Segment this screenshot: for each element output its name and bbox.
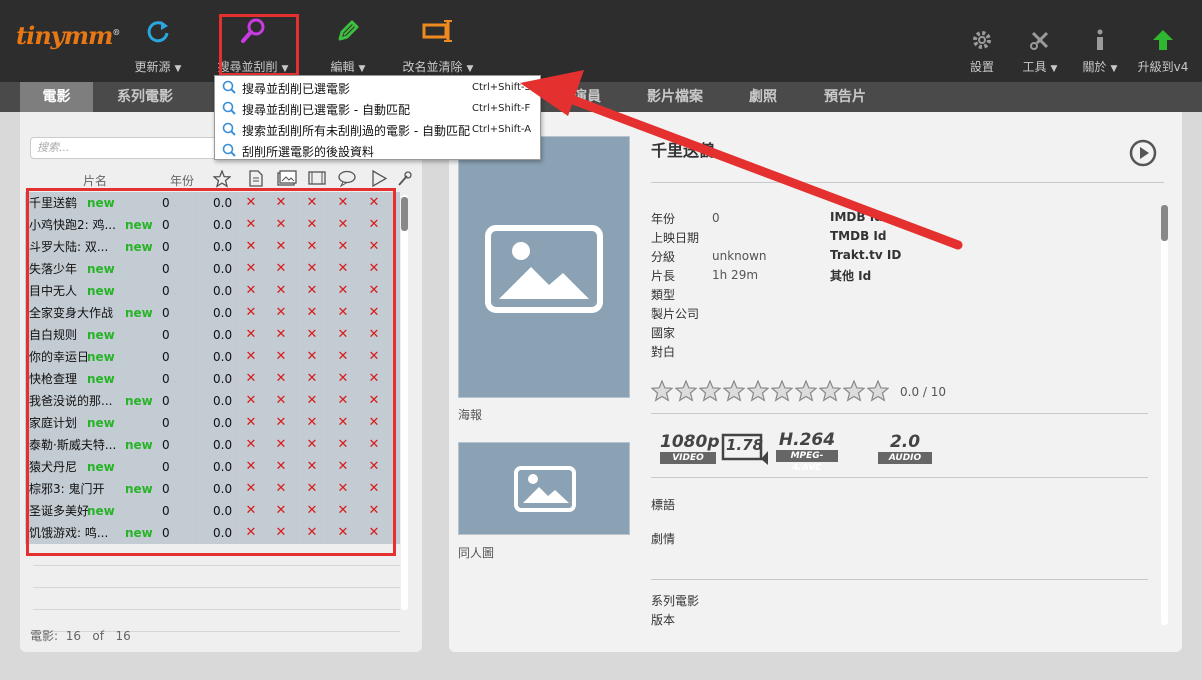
annotation-arrow <box>520 70 963 250</box>
